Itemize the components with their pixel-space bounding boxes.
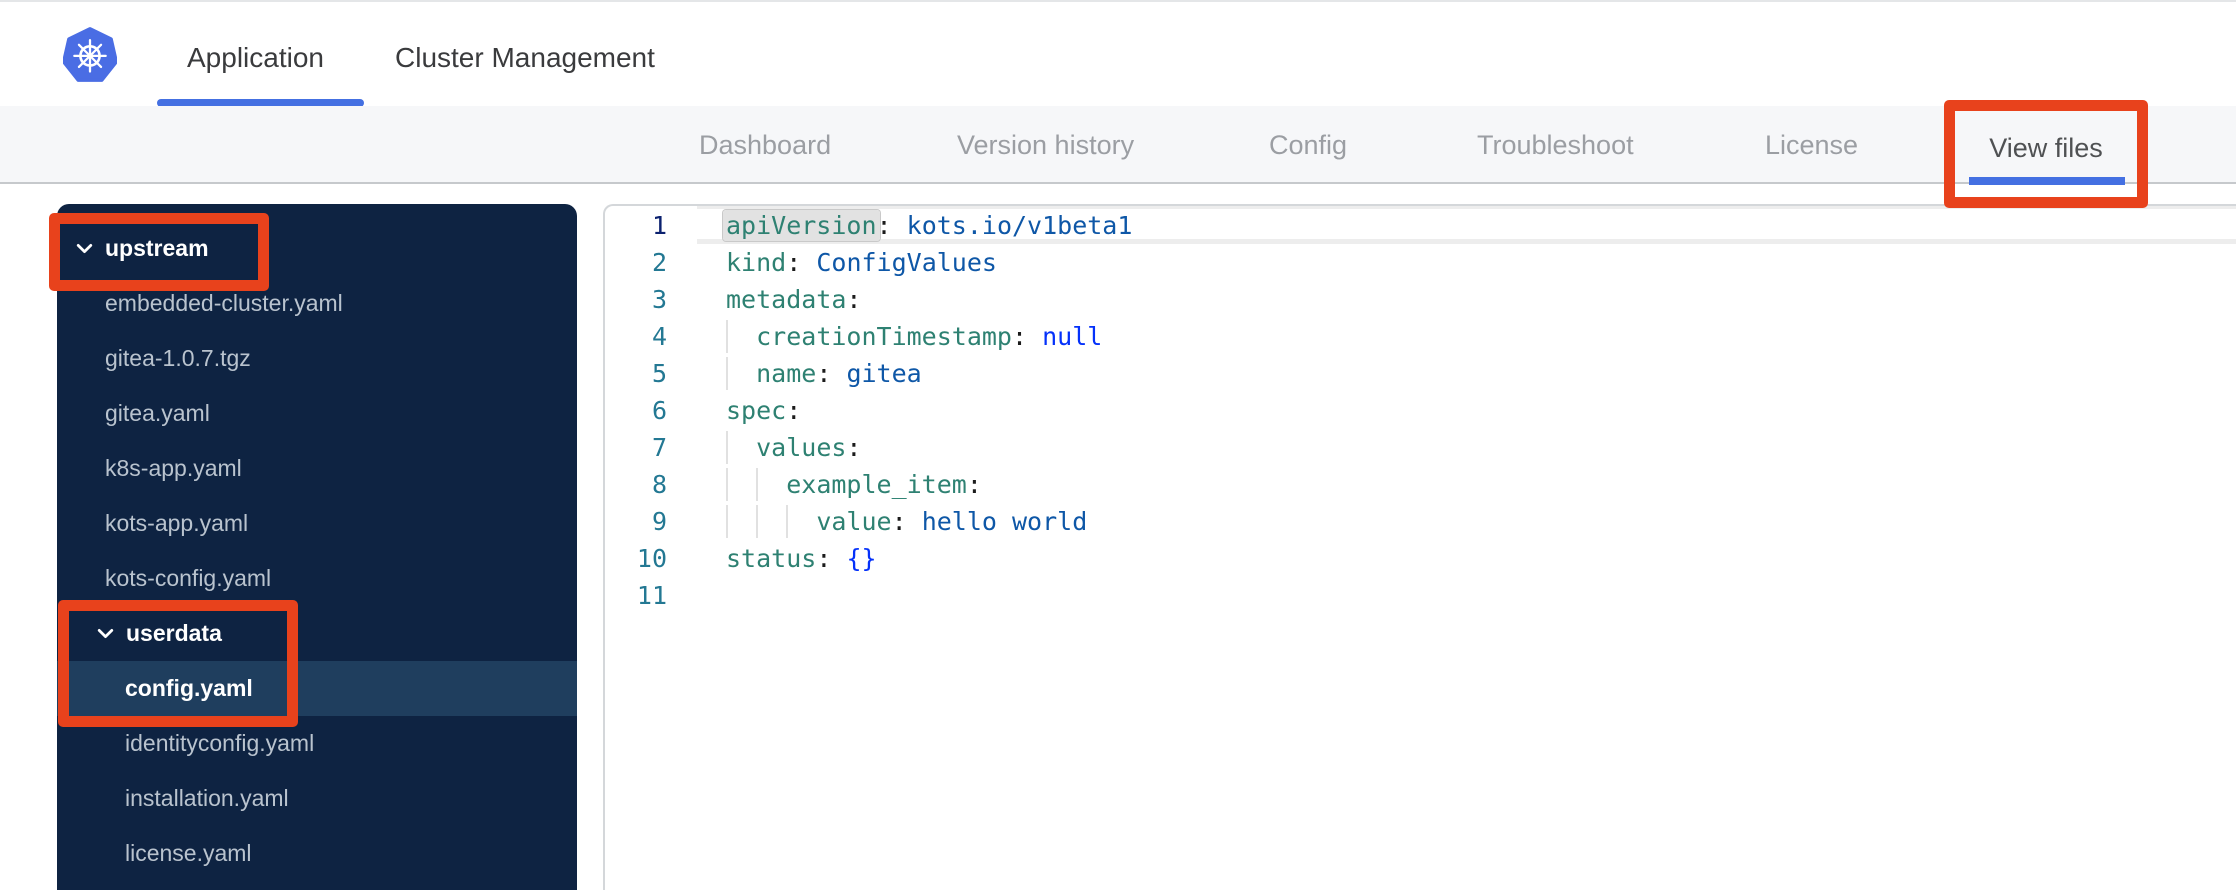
line-number: 9	[651, 507, 667, 536]
tree-row-label: kots-app.yaml	[105, 510, 249, 536]
tree-file-kots-config-yaml[interactable]: kots-config.yaml	[57, 551, 577, 606]
code-line-6: 6 spec:	[605, 392, 2236, 429]
code-line-5: 5 name: gitea	[605, 355, 2236, 392]
indent-guide	[726, 320, 728, 353]
indent-guide	[726, 431, 728, 464]
indent-guide	[756, 505, 759, 538]
annotation-box-upstream	[49, 213, 269, 291]
line-number: 10	[636, 544, 667, 573]
code-line-content: example_item:	[726, 466, 982, 503]
tree-file-gitea-yaml[interactable]: gitea.yaml	[57, 386, 577, 441]
line-number: 8	[651, 470, 667, 499]
code-line-9: 9 value: hello world	[605, 503, 2236, 540]
kots-admin-console: Application Cluster Management Dashboard…	[0, 0, 2236, 890]
subnav-item-license[interactable]: License	[1765, 130, 1858, 161]
indent-guide	[726, 505, 728, 538]
subnav-item-view-files[interactable]: View files	[1955, 133, 2137, 164]
line-number: 3	[651, 285, 667, 314]
tree-row-label: embedded-cluster.yaml	[105, 290, 343, 316]
line-number: 5	[651, 359, 667, 388]
code-editor[interactable]: 1 apiVersion: kots.io/v1beta1 2 kind: Confi…	[603, 204, 2236, 890]
tree-row-label: k8s-app.yaml	[105, 455, 242, 481]
tree-row-label: installation.yaml	[125, 785, 289, 811]
indent-guide	[786, 505, 789, 538]
code-line-1: 1 apiVersion: kots.io/v1beta1	[605, 207, 2236, 244]
code-line-3: 3 metadata:	[605, 281, 2236, 318]
annotation-box-userdata-config	[58, 600, 298, 727]
file-tree-sidebar: upstream embedded-cluster.yaml gitea-1.0.7…	[57, 204, 577, 890]
code-line-8: 8 example_item:	[605, 466, 2236, 503]
app-header: Application Cluster Management	[0, 2, 2236, 107]
code-line-content: metadata:	[726, 285, 862, 314]
code-line-11: 11	[605, 577, 2236, 614]
code-line-content: spec:	[726, 396, 802, 425]
tree-file-kots-app-yaml[interactable]: kots-app.yaml	[57, 496, 577, 551]
code-line-7: 7 values:	[605, 429, 2236, 466]
view-files-underline	[1969, 177, 2125, 185]
indent-guide	[726, 468, 728, 501]
tab-application[interactable]: Application	[187, 42, 324, 74]
annotation-box-view-files: View files	[1944, 100, 2148, 208]
indent-guide	[726, 357, 728, 390]
line-number: 4	[651, 322, 667, 351]
subnav-item-version-history[interactable]: Version history	[957, 130, 1134, 161]
kubernetes-logo-icon	[63, 27, 117, 82]
code-line-10: 10 status: {}	[605, 540, 2236, 577]
tree-row-label: kots-config.yaml	[105, 565, 272, 591]
code-line-content: status: {}	[726, 544, 877, 573]
tree-row-label: license.yaml	[125, 840, 252, 866]
tree-file-installation-yaml[interactable]: installation.yaml	[57, 771, 577, 826]
indent-guide	[756, 468, 759, 501]
line-number: 11	[636, 581, 667, 610]
subnav-item-dashboard[interactable]: Dashboard	[699, 130, 831, 161]
code-line-content: apiVersion: kots.io/v1beta1	[723, 207, 1132, 244]
line-number: 7	[651, 433, 667, 462]
highlighted-word: apiVersion	[723, 210, 880, 241]
line-number: 6	[651, 396, 667, 425]
line-number: 2	[651, 248, 667, 277]
tree-row-label: gitea-1.0.7.tgz	[105, 345, 251, 371]
tree-row-label: gitea.yaml	[105, 400, 210, 426]
subnav-item-config[interactable]: Config	[1269, 130, 1347, 161]
tree-row-label: identityconfig.yaml	[125, 730, 315, 756]
code-line-content: name: gitea	[726, 355, 922, 392]
tab-cluster-management[interactable]: Cluster Management	[395, 42, 655, 74]
code-line-4: 4 creationTimestamp: null	[605, 318, 2236, 355]
tree-file-gitea-1-0-7-tgz[interactable]: gitea-1.0.7.tgz	[57, 331, 577, 386]
subnav-item-troubleshoot[interactable]: Troubleshoot	[1477, 130, 1634, 161]
tree-file-license-yaml[interactable]: license.yaml	[57, 826, 577, 881]
code-line-content: creationTimestamp: null	[726, 318, 1102, 355]
code-line-content: values:	[726, 429, 861, 466]
code-lines: 1 apiVersion: kots.io/v1beta1 2 kind: Confi…	[605, 207, 2236, 614]
code-line-2: 2 kind: ConfigValues	[605, 244, 2236, 281]
line-number: 1	[651, 211, 667, 240]
tree-file-k8s-app-yaml[interactable]: k8s-app.yaml	[57, 441, 577, 496]
code-line-content: kind: ConfigValues	[726, 248, 997, 277]
subnav: Dashboard Version history Config Troublesho…	[0, 106, 2236, 184]
code-line-content: value: hello world	[726, 503, 1087, 540]
